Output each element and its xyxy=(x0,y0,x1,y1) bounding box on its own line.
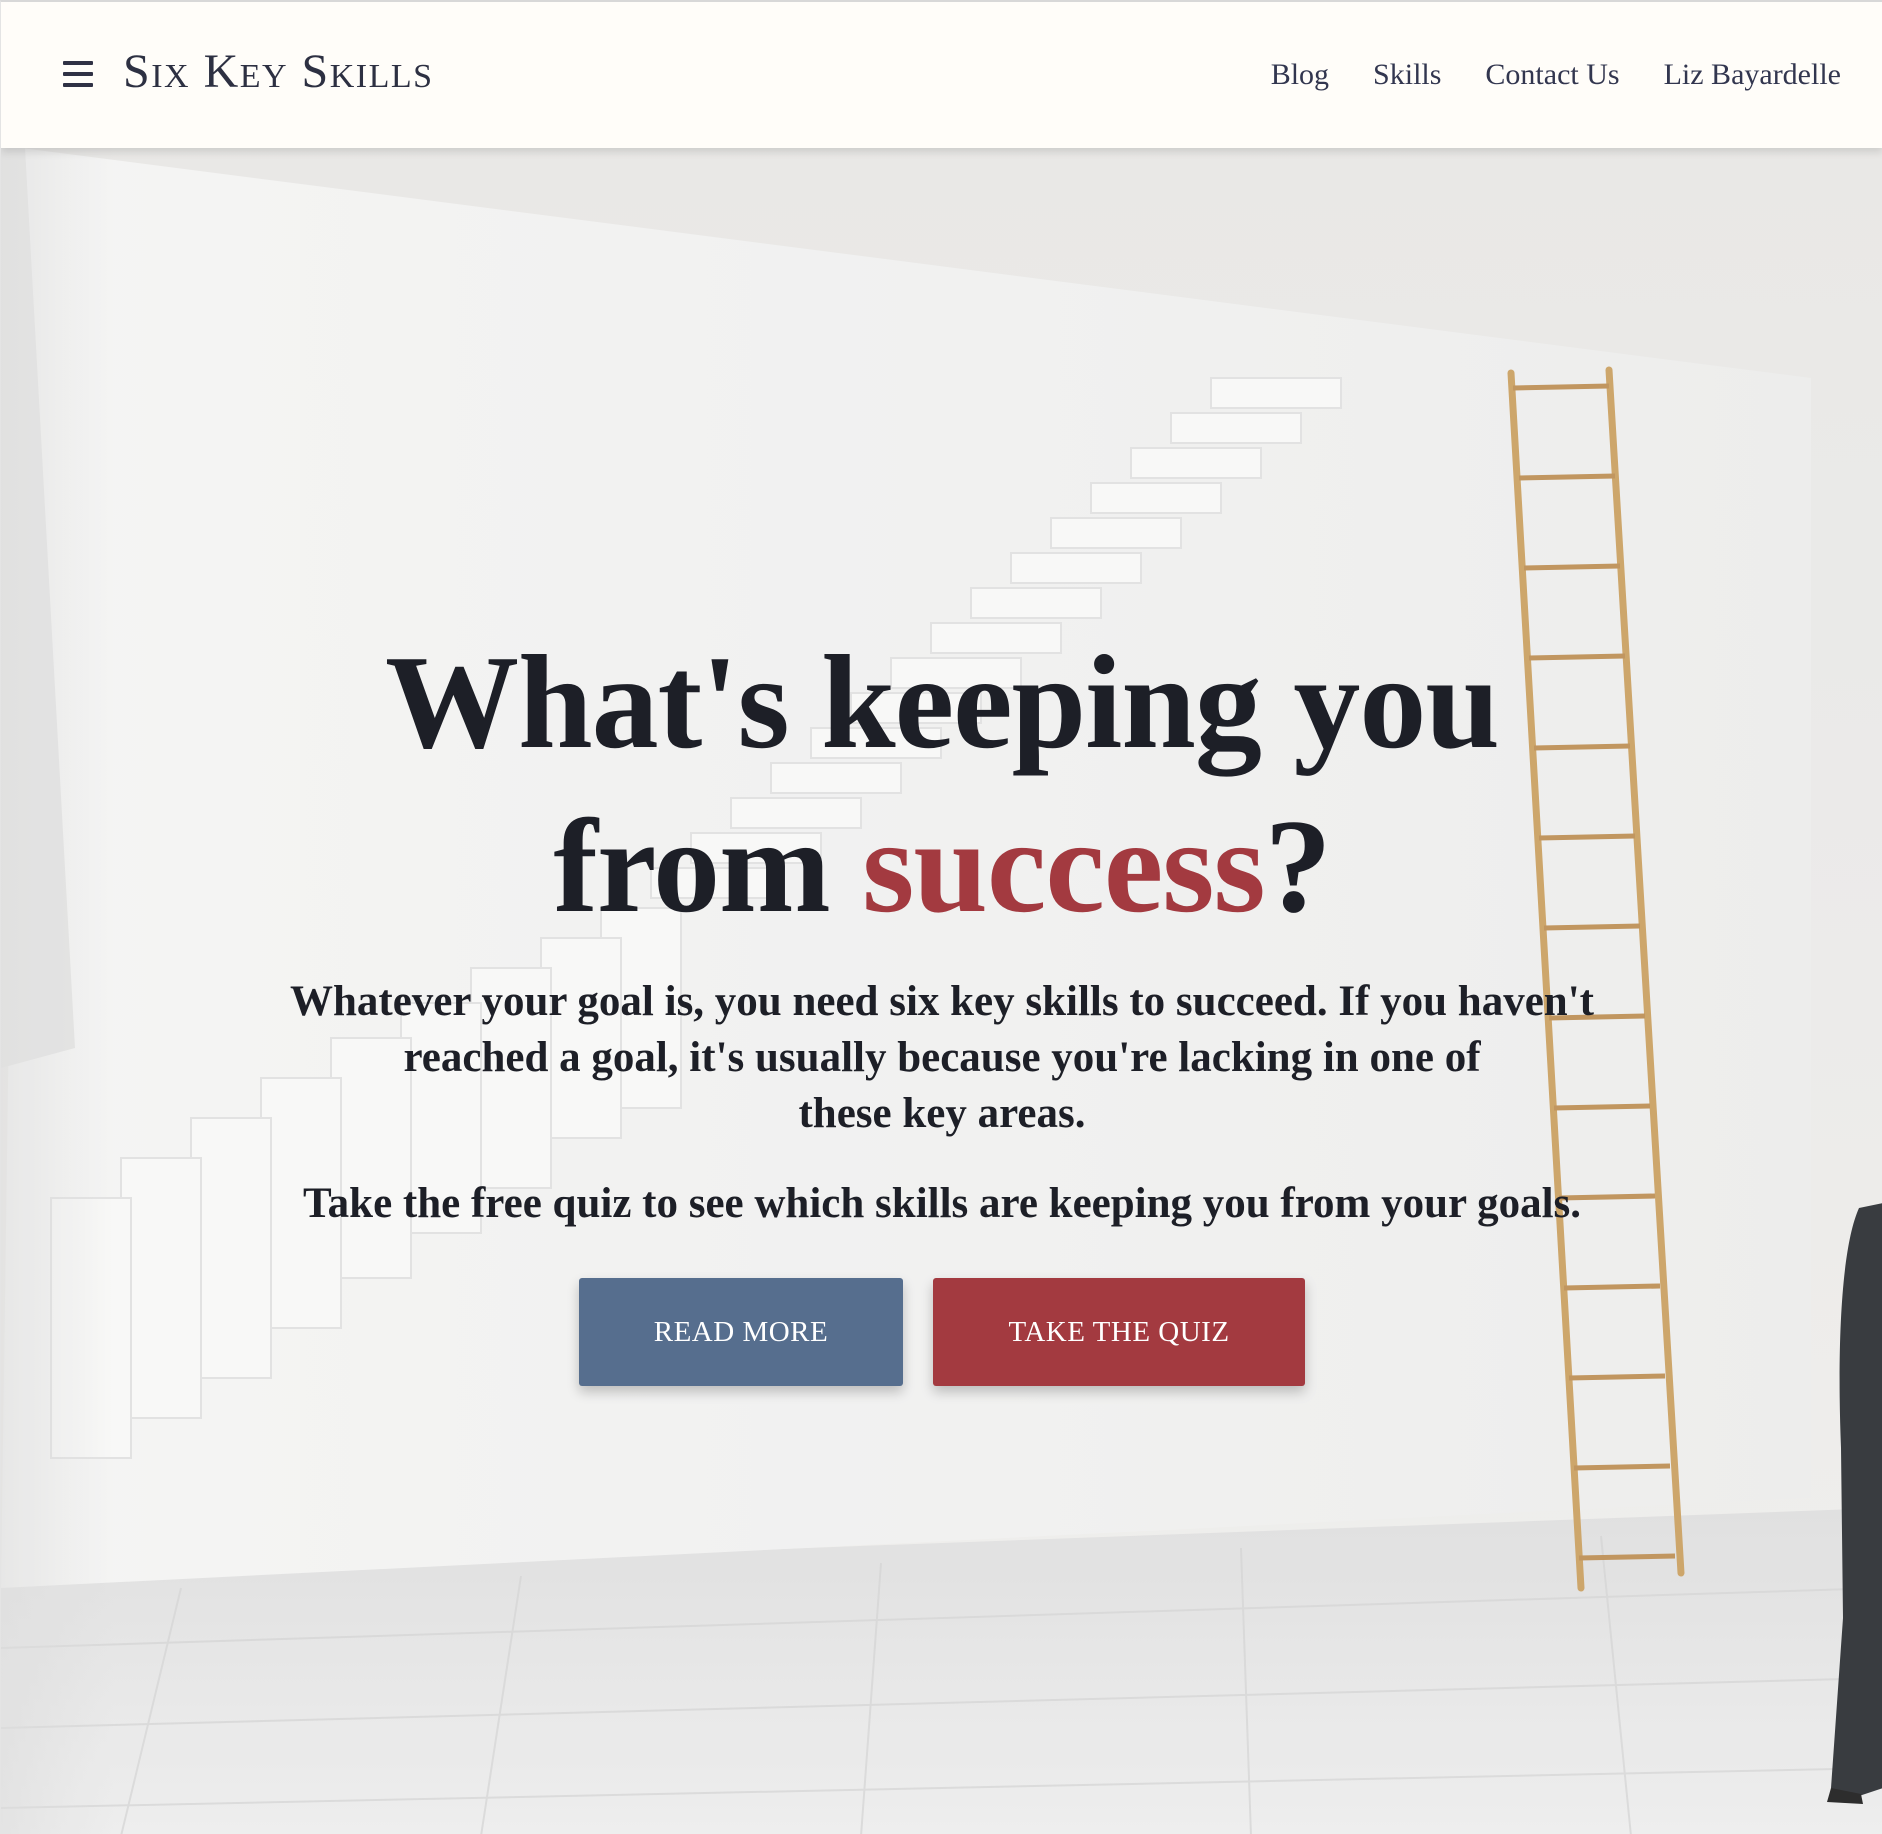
hero-headline: What's keeping you from success? xyxy=(292,620,1592,948)
headline-accent-success: success xyxy=(862,792,1265,940)
hero-subheading: Whatever your goal is, you need six key … xyxy=(272,974,1612,1142)
site-header: Six Key Skills Blog Skills Contact Us Li… xyxy=(1,2,1882,148)
nav-link-blog[interactable]: Blog xyxy=(1271,52,1329,98)
subhead-line-3: these key areas. xyxy=(798,1090,1086,1137)
headline-line-2-start: from xyxy=(553,792,863,940)
subhead-line-2: reached a goal, it's usually because you… xyxy=(403,1034,1481,1081)
take-the-quiz-button[interactable]: TAKE THE QUIZ xyxy=(933,1278,1305,1386)
page: Six Key Skills Blog Skills Contact Us Li… xyxy=(0,0,1882,1834)
read-more-button[interactable]: READ MORE xyxy=(579,1278,903,1386)
headline-line-1: What's keeping you xyxy=(385,628,1500,776)
menu-bar xyxy=(63,61,93,65)
hero-section: What's keeping you from success? Whateve… xyxy=(1,148,1882,1834)
menu-bar xyxy=(63,83,93,87)
hamburger-menu-icon[interactable] xyxy=(63,61,93,89)
nav-link-contact-us[interactable]: Contact Us xyxy=(1485,52,1619,98)
nav-link-skills[interactable]: Skills xyxy=(1373,52,1441,98)
main-nav: Blog Skills Contact Us Liz Bayardelle xyxy=(1271,52,1841,98)
menu-bar xyxy=(63,72,93,76)
hero-content: What's keeping you from success? Whateve… xyxy=(1,148,1882,1834)
hero-cta-text: Take the free quiz to see which skills a… xyxy=(302,1180,1582,1227)
brand-logo-link[interactable]: Six Key Skills xyxy=(123,30,434,114)
headline-question-mark: ? xyxy=(1264,792,1332,940)
nav-link-liz-bayardelle[interactable]: Liz Bayardelle xyxy=(1664,52,1841,98)
subhead-line-1: Whatever your goal is, you need six key … xyxy=(289,978,1594,1025)
